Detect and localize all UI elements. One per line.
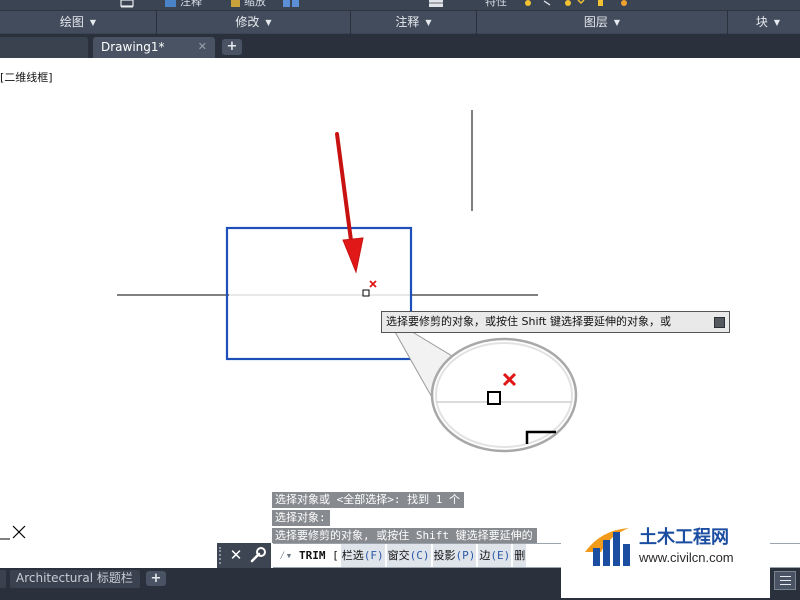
move-icon[interactable] (164, 0, 178, 9)
table-icon[interactable] (428, 0, 444, 9)
option-label: 栏选 (341, 549, 364, 562)
command-tooltip: 选择要修剪的对象，或按住 Shift 键选择要延伸的对象，或 (381, 311, 730, 333)
panel-draw[interactable]: 绘图 ▼ (0, 11, 157, 34)
command-name: TRIM (299, 549, 326, 562)
file-tab-drawing1[interactable]: Drawing1* ✕ (93, 37, 215, 58)
red-arrow-annotation (335, 132, 364, 274)
panel-annotation-label: 注释 (395, 15, 420, 29)
command-prompt-icon: ⁄▾ (279, 549, 293, 562)
watermark-title: 土木工程网 (639, 527, 729, 548)
ribbon-panel-titles: 绘图 ▼ 修改 ▼ 注释 ▼ 图层 ▼ 块 ▼ (0, 10, 800, 34)
drag-handle-icon[interactable] (219, 547, 223, 564)
civilcn-logo-icon (585, 528, 630, 566)
ucs-icon (0, 525, 26, 540)
file-tab-bar: Drawing1* ✕ + (0, 34, 800, 58)
option-label: 边 (479, 549, 491, 562)
option-erase[interactable]: 删 (513, 544, 527, 567)
layer-tools-icon[interactable] (520, 0, 640, 9)
panel-annotation[interactable]: 注释 ▼ (351, 11, 477, 34)
tooltip-expand-icon[interactable] (714, 317, 725, 328)
tooltip-text: 选择要修剪的对象，或按住 Shift 键选择要延伸的对象，或 (386, 315, 671, 328)
scale-icon[interactable] (230, 0, 242, 9)
ribbon-annotate-tool[interactable]: 注释 (180, 0, 202, 8)
panel-layers-label: 图层 (583, 15, 608, 29)
file-tab-label: Drawing1* (101, 40, 165, 54)
close-icon[interactable]: ✕ (198, 37, 207, 57)
panel-modify[interactable]: 修改 ▼ (157, 11, 351, 34)
selected-rectangle[interactable] (225, 226, 413, 361)
trim-marker-icon (369, 280, 377, 288)
option-crossing[interactable]: 窗交(C) (386, 544, 431, 567)
option-label: 删 (514, 549, 526, 562)
panel-block-label: 块 (755, 15, 768, 29)
panel-block[interactable]: 块 ▼ (728, 11, 800, 34)
chevron-down-icon: ▼ (613, 18, 621, 27)
history-line: 选择对象: (272, 510, 330, 526)
panel-layers[interactable]: 图层 ▼ (477, 11, 728, 34)
option-label: 窗交 (387, 549, 410, 562)
wrench-icon[interactable] (249, 547, 267, 564)
customization-menu-icon[interactable] (774, 571, 796, 590)
option-key: (E) (490, 549, 511, 562)
array-icon[interactable] (282, 0, 300, 9)
chevron-down-icon: ▼ (773, 18, 781, 27)
option-edge[interactable]: 边(E) (478, 544, 512, 567)
option-project[interactable]: 投影(P) (432, 544, 477, 567)
option-fence[interactable]: 栏选(F) (340, 544, 385, 567)
option-key: (P) (455, 549, 476, 562)
ribbon: 注释 缩放 特性 绘图 ▼ 修改 ▼ 注释 ▼ 图层 ▼ 块 ▼ (0, 0, 800, 34)
option-key: (C) (409, 549, 430, 562)
ribbon-properties-tool[interactable]: 特性 (485, 0, 507, 8)
dimension-icon[interactable] (118, 0, 136, 9)
close-command-icon[interactable]: ✕ (229, 543, 243, 568)
panel-modify-label: 修改 (235, 15, 260, 29)
panel-draw-label: 绘图 (59, 15, 84, 29)
layout-tab-label: Architectural 标题栏 (16, 571, 133, 585)
new-tab-button[interactable]: + (222, 39, 242, 55)
option-label: 投影 (433, 549, 456, 562)
command-bar-tools: ✕ (217, 543, 271, 568)
chevron-down-icon: ▼ (89, 18, 97, 27)
new-layout-button[interactable]: + (146, 571, 166, 586)
chevron-down-icon: ▼ (265, 18, 272, 27)
drawing-canvas[interactable]: [二维线框] 选择要修剪的对象，或按住 Shift 键选择要延伸的对象，或 选择… (0, 58, 800, 568)
magnifier-callout (384, 314, 578, 453)
watermark-url: www.civilcn.com (639, 550, 734, 565)
option-key: (F) (363, 549, 384, 562)
file-tab-start[interactable] (0, 37, 88, 58)
layout-tab-model[interactable] (0, 570, 6, 588)
ribbon-tool-row: 注释 缩放 特性 (0, 0, 800, 10)
command-history: 选择对象或 <全部选择>: 找到 1 个 选择对象: 选择要修剪的对象, 或按住… (272, 492, 537, 546)
layout-tab-architectural[interactable]: Architectural 标题栏 (10, 570, 140, 588)
option-bracket: [ (332, 549, 339, 562)
chevron-down-icon: ▼ (425, 18, 432, 27)
pickbox-cursor (362, 289, 370, 297)
history-line: 选择要修剪的对象, 或按住 Shift 键选择要延伸的 (272, 528, 537, 544)
watermark: 土木工程网 www.civilcn.com (561, 515, 770, 598)
ribbon-scale-tool[interactable]: 缩放 (244, 0, 266, 8)
history-line: 选择对象或 <全部选择>: 找到 1 个 (272, 492, 464, 508)
